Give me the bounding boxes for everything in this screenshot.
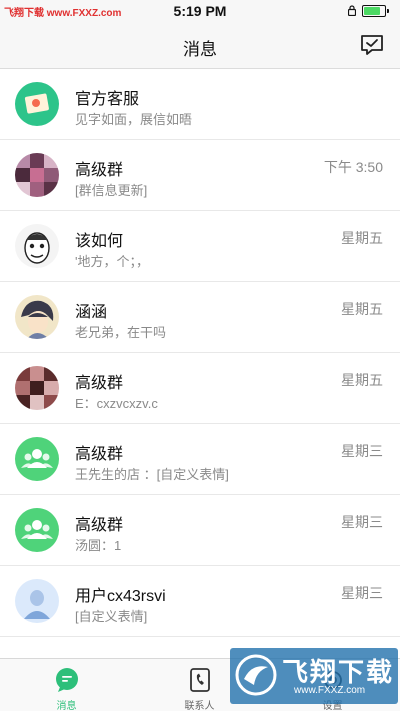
conversation-name: 高级群 bbox=[75, 375, 124, 392]
conversation-name: 用户cx43rsvi bbox=[75, 588, 166, 605]
conversation-preview: [群信息更新] bbox=[75, 183, 148, 198]
conversation-name: 该如何 bbox=[75, 233, 124, 250]
conversation-time: 星期三 bbox=[341, 443, 383, 459]
message-icon bbox=[55, 668, 78, 692]
chat-check-icon[interactable] bbox=[360, 34, 384, 56]
status-time: 5:19 PM bbox=[173, 3, 227, 19]
conversation-name: 高级群 bbox=[75, 517, 124, 534]
conversation-item[interactable]: 涵涵 老兄弟，在干吗 星期五 bbox=[0, 282, 400, 353]
conversation-item[interactable]: 该如何 '地方，个；， 星期五 bbox=[0, 211, 400, 282]
conversation-name: 官方客服 bbox=[75, 91, 140, 108]
conversation-item[interactable]: 高级群 [群信息更新] 下午 3:50 bbox=[0, 140, 400, 211]
conversation-preview: 汤圆：1 bbox=[75, 538, 122, 553]
official-service-avatar bbox=[15, 82, 59, 126]
conversation-preview: '地方，个；， bbox=[75, 254, 149, 269]
status-bar: 飞翔下载 www.FXXZ.com 5:19 PM bbox=[0, 0, 400, 22]
nav-bar: 消息 bbox=[0, 22, 400, 69]
conversation-preview: 见字如面，展信如晤 bbox=[75, 112, 193, 127]
conversation-time: 下午 3:50 bbox=[323, 159, 383, 175]
user-default-avatar bbox=[15, 579, 59, 623]
conversation-preview: E：cxzvcxzv.c bbox=[75, 396, 158, 411]
group-default-avatar bbox=[15, 437, 59, 481]
tab-messages[interactable]: 消息 bbox=[0, 659, 133, 712]
conversation-time: 星期三 bbox=[341, 585, 383, 601]
watermark-logo: 飞翔下载 www.FXXZ.com bbox=[230, 648, 398, 704]
conversation-item[interactable]: 高级群 汤圆：1 星期三 bbox=[0, 495, 400, 566]
conversation-time: 星期五 bbox=[341, 230, 383, 246]
group-photo-avatar bbox=[15, 153, 59, 197]
watermark-swirl-icon bbox=[235, 654, 277, 696]
watermark-title: 飞翔下载 bbox=[282, 657, 395, 687]
conversation-preview: 老兄弟，在干吗 bbox=[75, 325, 167, 340]
conversation-preview: [自定义表情] bbox=[75, 609, 148, 624]
contacts-icon bbox=[189, 668, 210, 692]
conversation-item[interactable]: 用户cx43rsvi [自定义表情] 星期三 bbox=[0, 566, 400, 637]
page-title: 消息 bbox=[183, 40, 217, 59]
conversation-time: 星期五 bbox=[341, 301, 383, 317]
watermark-url: www.FXXZ.com bbox=[294, 685, 366, 696]
conversation-time: 星期五 bbox=[341, 372, 383, 388]
conversation-name: 涵涵 bbox=[75, 304, 108, 321]
conversation-time: 星期三 bbox=[341, 514, 383, 530]
conversation-item[interactable]: 高级群 王先生的店 ：[自定义表情] 星期三 bbox=[0, 424, 400, 495]
group-photo-avatar bbox=[15, 366, 59, 410]
conversation-name: 高级群 bbox=[75, 162, 124, 179]
conversation-preview: 王先生的店 ：[自定义表情] bbox=[75, 467, 229, 482]
group-default-avatar bbox=[15, 508, 59, 552]
conversation-item[interactable]: 官方客服 见字如面，展信如晤 bbox=[0, 69, 400, 140]
cartoon-face-avatar bbox=[15, 224, 59, 268]
anime-avatar bbox=[15, 295, 59, 339]
conversation-list: 官方客服 见字如面，展信如晤 高级群 [群信息更新] 下午 3:50 该如何 '… bbox=[0, 69, 400, 637]
conversation-item[interactable]: 高级群 E：cxzvcxzv.c 星期五 bbox=[0, 353, 400, 424]
battery-icon bbox=[362, 5, 389, 17]
conversation-name: 高级群 bbox=[75, 446, 124, 463]
lock-rotation-icon bbox=[348, 5, 356, 16]
